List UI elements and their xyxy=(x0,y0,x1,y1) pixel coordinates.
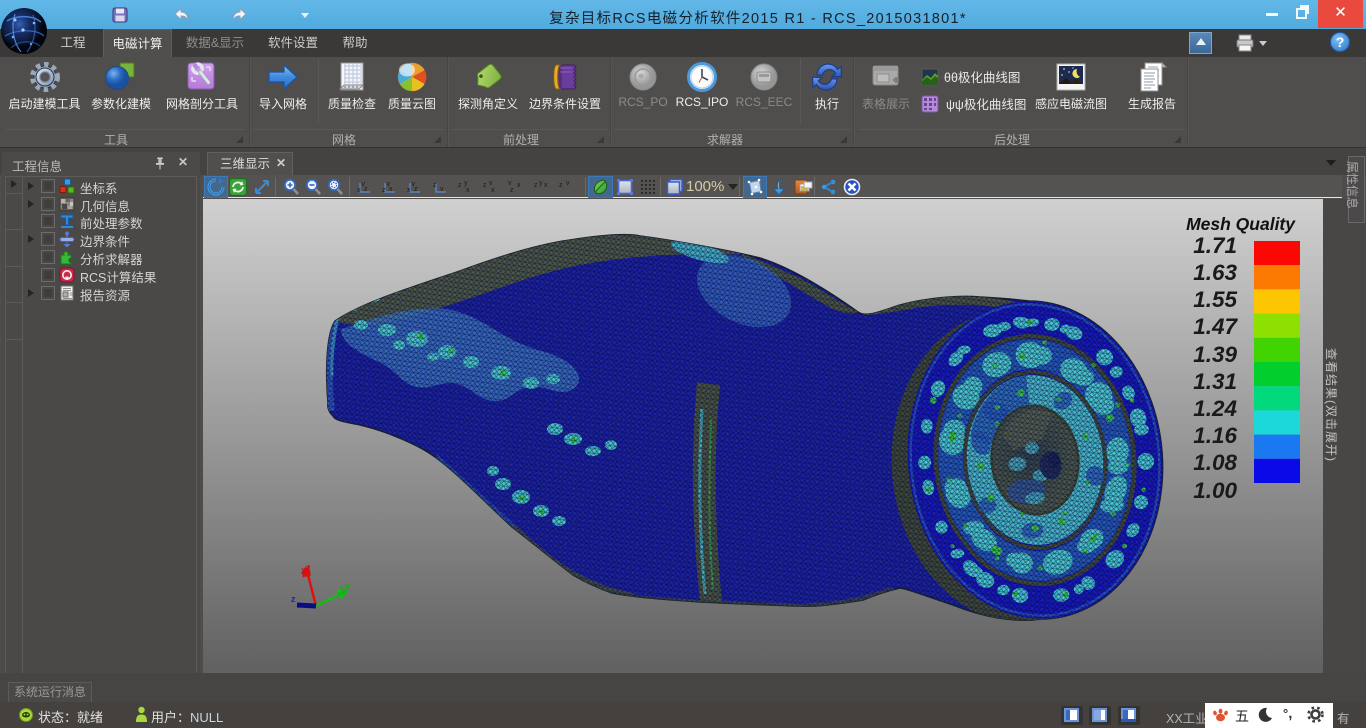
svg-text:z: z xyxy=(458,182,462,189)
svg-text:1.55: 1.55 xyxy=(1193,287,1237,312)
svg-text:Mesh Quality: Mesh Quality xyxy=(1186,214,1296,234)
svg-text:1.31: 1.31 xyxy=(1193,369,1237,394)
svg-text:1.24: 1.24 xyxy=(1193,396,1237,421)
svg-text:v: v xyxy=(440,186,444,193)
svg-text:1.08: 1.08 xyxy=(1193,450,1237,475)
svg-text:z: z xyxy=(433,182,437,189)
svg-text:x: x xyxy=(466,187,470,194)
svg-text:x: x xyxy=(544,182,548,189)
svg-text:z: z xyxy=(364,186,368,193)
svg-text:1.47: 1.47 xyxy=(1193,314,1238,339)
svg-text:y: y xyxy=(464,180,468,187)
svg-text:v: v xyxy=(508,180,512,187)
svg-text:1.16: 1.16 xyxy=(1193,423,1237,448)
svg-text:z: z xyxy=(291,594,296,604)
svg-text:z: z xyxy=(510,187,514,194)
svg-text:z: z xyxy=(534,182,538,189)
svg-text:x: x xyxy=(407,187,411,194)
svg-text:v: v xyxy=(566,180,570,187)
svg-text:z: z xyxy=(483,182,487,189)
svg-text:1.71: 1.71 xyxy=(1193,233,1237,258)
svg-text:z: z xyxy=(559,182,563,189)
svg-text:x: x xyxy=(517,182,521,189)
svg-text:x: x xyxy=(491,187,495,194)
svg-text:1.00: 1.00 xyxy=(1193,478,1237,503)
svg-text:1.63: 1.63 xyxy=(1193,260,1237,285)
svg-text:x: x xyxy=(389,186,393,193)
svg-text:y: y xyxy=(539,180,543,187)
svg-text:z: z xyxy=(382,187,386,194)
svg-text:x: x xyxy=(357,187,361,194)
svg-text:y: y xyxy=(345,581,350,591)
svg-text:z: z xyxy=(414,186,418,193)
svg-text:x: x xyxy=(301,565,306,575)
svg-text:v: v xyxy=(489,180,493,187)
svg-text:1.39: 1.39 xyxy=(1193,342,1237,367)
